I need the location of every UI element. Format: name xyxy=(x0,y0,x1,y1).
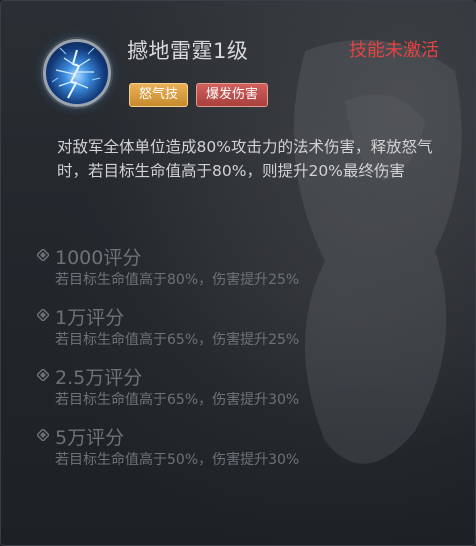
tier-title: 5万评分 xyxy=(55,427,125,449)
tier-title: 2.5万评分 xyxy=(55,367,143,389)
tag-burst-damage: 爆发伤害 xyxy=(196,83,269,107)
lightning-skill-icon xyxy=(43,39,111,107)
tier-description: 若目标生命值高于65%，伤害提升30% xyxy=(55,392,300,408)
skill-tags: 怒气技 爆发伤害 xyxy=(129,83,269,107)
score-tier-list: 1000评分 若目标生命值高于80%，伤害提升25% 1万评分 若目标生命值高于… xyxy=(35,241,455,481)
diamond-icon xyxy=(37,429,49,441)
tier-description: 若目标生命值高于65%，伤害提升25% xyxy=(55,332,300,348)
score-tier: 2.5万评分 若目标生命值高于65%，伤害提升30% xyxy=(35,361,455,421)
diamond-icon xyxy=(37,309,49,321)
tag-rage-skill: 怒气技 xyxy=(129,83,189,107)
skill-title: 撼地雷霆1级 xyxy=(127,39,249,63)
skill-tooltip-panel: 撼地雷霆1级 技能未激活 怒气技 爆发伤害 对敌军全体单位造成80%攻击力的法术… xyxy=(0,0,476,546)
score-tier: 5万评分 若目标生命值高于50%，伤害提升30% xyxy=(35,421,455,481)
score-tier: 1000评分 若目标生命值高于80%，伤害提升25% xyxy=(35,241,455,301)
tier-title: 1万评分 xyxy=(55,307,125,329)
diamond-icon xyxy=(37,369,49,381)
tier-description: 若目标生命值高于80%，伤害提升25% xyxy=(55,272,300,288)
skill-status-label: 技能未激活 xyxy=(349,40,439,61)
tier-description: 若目标生命值高于50%，伤害提升30% xyxy=(55,452,300,468)
tier-title: 1000评分 xyxy=(55,247,142,269)
diamond-icon xyxy=(37,249,49,261)
score-tier: 1万评分 若目标生命值高于65%，伤害提升25% xyxy=(35,301,455,361)
skill-description: 对敌军全体单位造成80%攻击力的法术伤害，释放怒气时，若目标生命值高于80%，则… xyxy=(57,138,433,180)
